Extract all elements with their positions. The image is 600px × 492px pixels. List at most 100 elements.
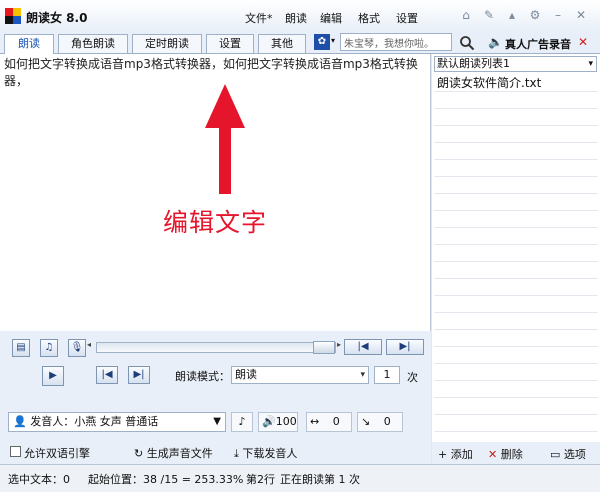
menu-format[interactable]: 格式 xyxy=(358,10,380,26)
open-file-icon[interactable]: ▤ xyxy=(12,339,30,357)
download-speaker-label: 下载发音人 xyxy=(242,447,298,460)
progress-slider[interactable] xyxy=(96,342,336,353)
list-divider xyxy=(434,329,598,330)
list-divider xyxy=(434,159,598,160)
volume-value: 100 xyxy=(275,415,297,428)
list-divider xyxy=(434,397,598,398)
chevron-down-icon: ▾ xyxy=(588,59,593,69)
delete-label: 删除 xyxy=(500,448,523,461)
tab-settings[interactable]: 设置 xyxy=(206,34,254,53)
list-divider xyxy=(434,142,598,143)
speed-icon: ↔ xyxy=(310,415,323,428)
music-note-icon[interactable]: ♫ xyxy=(40,339,58,357)
slider-right-arrow-icon[interactable]: ▸ xyxy=(337,340,344,356)
skip-forward-icon[interactable]: ▶| xyxy=(128,366,150,384)
list-divider xyxy=(434,176,598,177)
voice-search-input[interactable] xyxy=(340,33,452,51)
app-logo-icon xyxy=(5,8,21,24)
chevron-down-icon: ▾ xyxy=(360,370,365,380)
status-start-position: 起始位置：38 /15 = 253.33% xyxy=(88,473,244,486)
app-title: 朗读女 8.0 xyxy=(26,11,88,25)
list-divider xyxy=(434,227,598,228)
plus-icon: + xyxy=(438,448,451,461)
volume-icon: 🔊 xyxy=(262,415,276,428)
menu-settings[interactable]: 设置 xyxy=(396,10,418,26)
download-speaker-button[interactable]: ⤓ 下载发音人 xyxy=(234,445,297,461)
repeat-unit-label: 次 xyxy=(407,371,418,384)
tools-icon[interactable]: ✎ xyxy=(481,7,497,23)
list-divider xyxy=(434,193,598,194)
generate-audio-label: 生成声音文件 xyxy=(146,447,213,460)
tab-timed-read[interactable]: 定时朗读 xyxy=(132,34,202,53)
search-icon[interactable] xyxy=(459,35,475,51)
list-divider xyxy=(434,312,598,313)
tab-other[interactable]: 其他 xyxy=(258,34,306,53)
allow-dual-engine-checkbox[interactable] xyxy=(10,446,21,457)
list-divider xyxy=(434,414,598,415)
minimize-icon[interactable]: – xyxy=(550,7,566,23)
speed-control[interactable]: ↔ 0 xyxy=(306,412,352,432)
window-icon: ▭ xyxy=(550,448,564,461)
repeat-count-input[interactable]: 1 xyxy=(374,366,400,384)
up-arrow-annotation xyxy=(205,84,245,194)
list-divider xyxy=(434,278,598,279)
progress-slider-thumb[interactable] xyxy=(313,341,335,354)
user-icon: 👤 xyxy=(13,415,27,428)
list-divider xyxy=(434,108,598,109)
menu-read[interactable]: 朗读 xyxy=(285,10,307,26)
list-divider xyxy=(434,295,598,296)
list-divider xyxy=(434,431,598,432)
volume-control[interactable]: 🔊100 xyxy=(258,412,298,432)
delete-button[interactable]: ✕ 删除 xyxy=(488,446,523,462)
skin-icon[interactable]: ▴ xyxy=(504,7,520,23)
play-icon[interactable]: ▶ xyxy=(42,366,64,386)
pitch-icon: ↘ xyxy=(361,415,374,428)
close-tab-icon[interactable]: ✕ xyxy=(578,35,588,49)
previous-icon[interactable]: |◀ xyxy=(344,339,382,355)
status-reading: 正在朗读第 1 次 xyxy=(280,473,360,486)
status-selected: 选中文本：0 xyxy=(8,473,70,486)
playlist-select-value: 默认朗读列表1 xyxy=(437,57,510,70)
read-mode-select[interactable]: 朗读 ▾ xyxy=(231,366,369,384)
playlist-select[interactable]: 默认朗读列表1 ▾ xyxy=(434,56,597,72)
list-divider xyxy=(434,380,598,381)
speed-value: 0 xyxy=(332,415,340,428)
next-icon[interactable]: ▶| xyxy=(386,339,424,355)
tab-role-read[interactable]: 角色朗读 xyxy=(58,34,128,53)
list-divider xyxy=(434,346,598,347)
menu-edit[interactable]: 编辑 xyxy=(320,10,342,26)
list-divider xyxy=(434,210,598,211)
playlist-panel xyxy=(432,54,600,462)
list-divider xyxy=(434,261,598,262)
menu-file[interactable]: 文件* xyxy=(245,10,273,26)
refresh-icon: ↻ xyxy=(134,447,147,460)
delete-x-icon: ✕ xyxy=(488,448,501,461)
add-label: 添加 xyxy=(450,448,473,461)
skip-back-icon[interactable]: |◀ xyxy=(96,366,118,384)
engine-dropdown-icon[interactable]: ▾ xyxy=(331,36,335,45)
add-button[interactable]: + 添加 xyxy=(438,446,473,462)
list-divider xyxy=(434,91,598,92)
options-label: 选项 xyxy=(563,448,586,461)
close-window-icon[interactable]: ✕ xyxy=(573,7,589,23)
chevron-down-icon: ▼ xyxy=(213,416,221,427)
edit-text-annotation: 编辑文字 xyxy=(163,208,268,237)
list-divider xyxy=(434,363,598,364)
pitch-control[interactable]: ↘ 0 xyxy=(357,412,403,432)
baidu-icon[interactable]: ✿ xyxy=(314,34,330,50)
speaker-select[interactable]: 👤 发音人：小燕 女声 普通话 ▼ xyxy=(8,412,226,432)
tab-read[interactable]: 朗读 xyxy=(4,34,54,55)
pitch-value: 0 xyxy=(383,415,391,428)
voice-effect-icon[interactable]: ♪ xyxy=(231,412,253,432)
slider-left-arrow-icon[interactable]: ◂ xyxy=(87,340,94,356)
generate-audio-button[interactable]: ↻ 生成声音文件 xyxy=(134,445,213,461)
speaker-value: 发音人：小燕 女声 普通话 xyxy=(30,415,159,428)
options-button[interactable]: ▭ 选项 xyxy=(550,446,586,462)
microphone-icon[interactable]: 🎙 xyxy=(68,339,86,357)
read-mode-value: 朗读 xyxy=(235,368,257,381)
real-voice-ad-link[interactable]: 真人广告录音 xyxy=(505,36,571,52)
settings-gear-icon[interactable]: ⚙ xyxy=(527,7,543,23)
list-divider xyxy=(434,125,598,126)
home-icon[interactable]: ⌂ xyxy=(458,7,474,23)
playlist-item[interactable]: 朗读女软件简介.txt xyxy=(437,74,541,91)
